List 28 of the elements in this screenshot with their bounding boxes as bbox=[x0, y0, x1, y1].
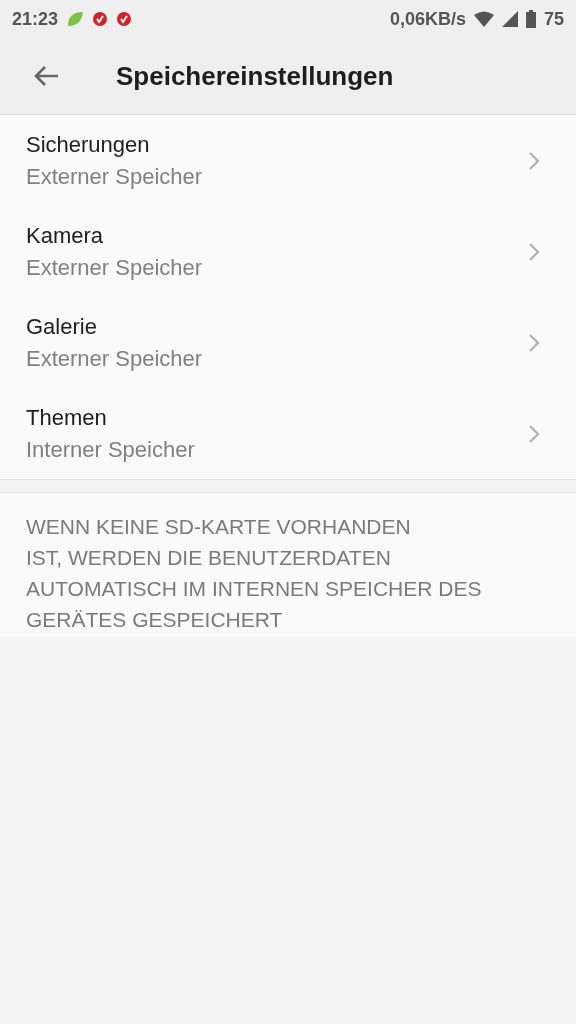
back-arrow-icon[interactable] bbox=[32, 64, 60, 88]
item-title: Themen bbox=[26, 404, 108, 431]
item-subtitle: Interner Speicher bbox=[26, 436, 196, 463]
chevron-icon bbox=[528, 150, 540, 171]
battery-icon bbox=[525, 10, 536, 28]
signal-icon bbox=[501, 11, 518, 27]
item-subtitle: Externer Speicher bbox=[26, 163, 204, 190]
chevron-icon bbox=[528, 423, 540, 444]
settings-item[interactable]: Sicherungen Externer Speicher bbox=[0, 115, 576, 206]
notification-icon bbox=[92, 11, 109, 27]
chevron-icon bbox=[528, 332, 540, 353]
page-title: Speichereinstellungen bbox=[116, 60, 394, 92]
item-title: Sicherungen bbox=[26, 131, 151, 158]
leaf-icon bbox=[66, 10, 85, 28]
notification-icon bbox=[116, 11, 133, 27]
network-speed: 0,06KB/s bbox=[389, 8, 466, 30]
battery-level: 75 bbox=[543, 8, 564, 30]
wifi-icon bbox=[473, 11, 494, 27]
item-subtitle: Externer Speicher bbox=[26, 345, 204, 372]
info-note: WENN KEINE SD-KARTE VORHANDEN IST, WERDEN DIE BENUTZERDATEN AUTOMATISCH IM INTERNEN SPEICHER DES GERÄTES GESPEICHERT bbox=[26, 514, 483, 633]
status-time: 21:23 bbox=[12, 8, 59, 30]
settings-item[interactable]: Themen Interner Speicher bbox=[0, 388, 576, 479]
chevron-icon bbox=[528, 241, 540, 262]
item-title: Galerie bbox=[26, 313, 98, 340]
item-title: Kamera bbox=[26, 222, 105, 249]
item-subtitle: Externer Speicher bbox=[26, 254, 204, 281]
settings-item[interactable]: Kamera Externer Speicher bbox=[0, 206, 576, 297]
settings-item[interactable]: Galerie Externer Speicher bbox=[0, 297, 576, 388]
